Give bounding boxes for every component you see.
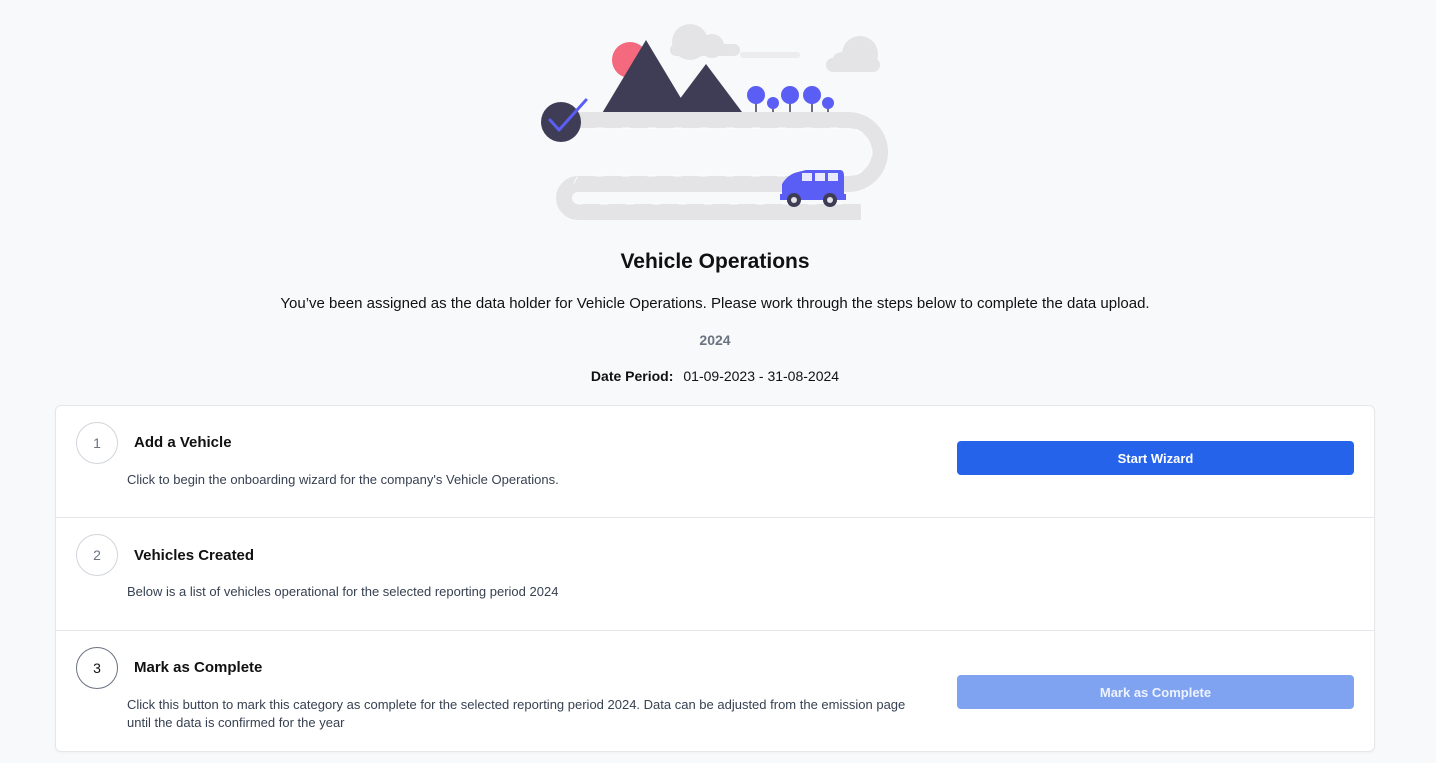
steps-card: 1 Add a Vehicle Click to begin the onboa… (55, 405, 1375, 752)
cloud-icon (670, 24, 880, 72)
step-title: Vehicles Created (134, 547, 255, 564)
step-add-vehicle: 1 Add a Vehicle Click to begin the onboa… (56, 406, 1374, 518)
step-number: 2 (76, 534, 118, 576)
step-number: 3 (76, 647, 118, 689)
check-badge-icon (541, 98, 588, 142)
step-title: Mark as Complete (134, 659, 263, 676)
date-period-value: 01-09-2023 - 31-08-2024 (683, 368, 840, 384)
step-description: Below is a list of vehicles operational … (127, 584, 559, 599)
step-vehicles-created: 2 Vehicles Created Below is a list of ve… (56, 518, 1374, 631)
step-number: 1 (76, 422, 118, 464)
step-title: Add a Vehicle (134, 434, 232, 451)
step-mark-complete: 3 Mark as Complete Click this button to … (56, 631, 1374, 753)
mark-as-complete-button[interactable]: Mark as Complete (957, 675, 1354, 709)
start-wizard-button[interactable]: Start Wizard (957, 441, 1354, 475)
date-period: Date Period: 01-09-2023 - 31-08-2024 (0, 368, 1430, 384)
page-title: Vehicle Operations (620, 250, 810, 273)
intro-text: You’ve been assigned as the data holder … (280, 295, 1150, 312)
step-description: Click to begin the onboarding wizard for… (127, 472, 559, 487)
car-icon (780, 170, 846, 207)
step-description: Click this button to mark this category … (127, 697, 906, 730)
road-trip-illustration (541, 24, 888, 220)
reporting-year: 2024 (699, 332, 731, 348)
date-period-label: Date Period: (590, 368, 674, 384)
